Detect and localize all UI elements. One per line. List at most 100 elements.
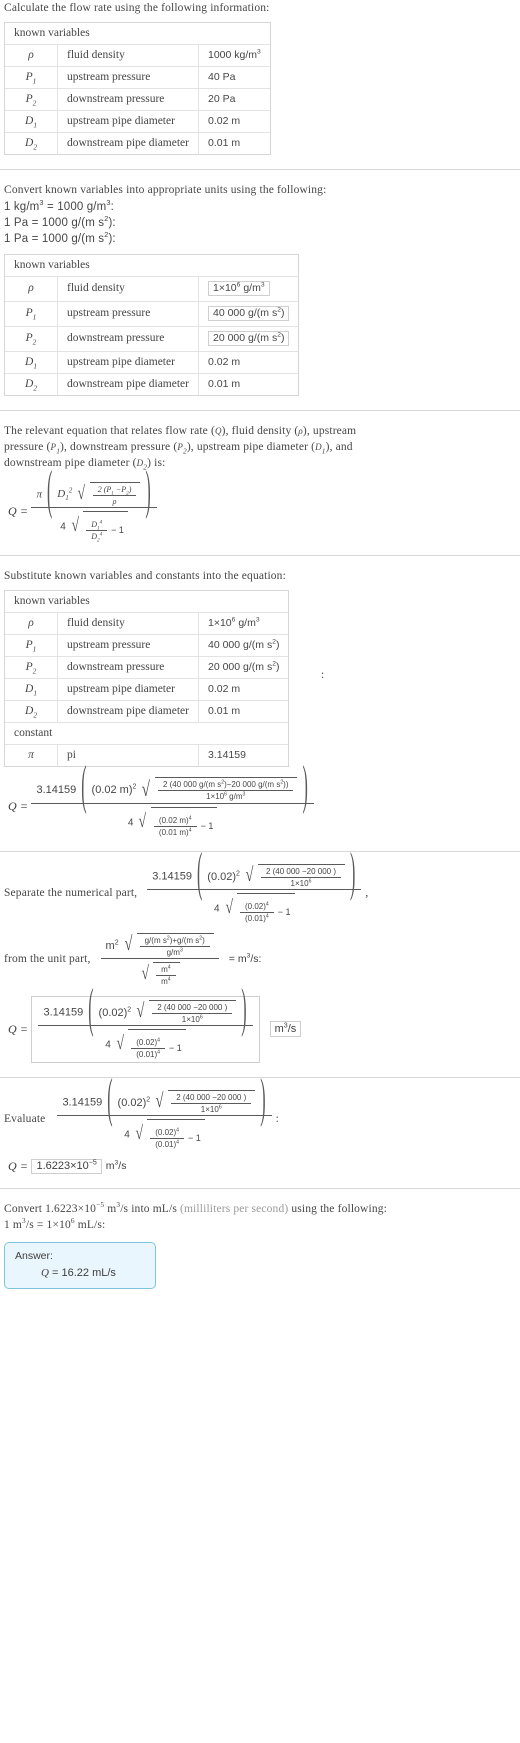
- radical-icon: √: [141, 962, 149, 984]
- radical-icon: √: [116, 1032, 124, 1054]
- answer-label: Answer:: [15, 1249, 53, 1262]
- row-description: fluid density: [57, 275, 198, 301]
- equation-fraction: 3.14159 ( (0.02 m)2 √ 2 (40 000 g/(m s2)…: [31, 759, 314, 837]
- conversion-rule-pressure-2: 1 Pa = 1000 g/(m s2):: [4, 230, 116, 246]
- separate-parts-section: Separate the numerical part, 3.14159 ( (…: [0, 845, 520, 1063]
- equation-lhs: Q: [8, 799, 17, 814]
- ratio-numerator: (0.02 m)4: [153, 816, 197, 827]
- row-symbol: D2: [5, 372, 57, 395]
- table-row: π pi 3.14159: [5, 743, 289, 766]
- sqrt-group: √ (0.02 m)4 (0.01 m)4 − 1: [137, 806, 218, 837]
- converted-value-box: 40 000 g/(m s2): [208, 305, 290, 321]
- equation-intro-line-1: The relevant equation that relates flow …: [4, 424, 357, 437]
- evaluate-result-row: Q = 1.6223×10−5 m3/s: [4, 1158, 514, 1174]
- sqrt-group: √ 2 (40 000 g/(m s2)−20 000 g/(m s2)) 1×…: [140, 776, 298, 802]
- substituted-equation: Q = 3.14159 ( (0.02 m)2 √ 2 (40 000 g/(m…: [4, 759, 514, 837]
- radical-icon: √: [142, 776, 151, 801]
- ratio-denominator: (0.01)4: [155, 1139, 179, 1149]
- inner-numerator: 2 (40 000 g/(m s2)−20 000 g/(m s2)): [157, 780, 294, 792]
- equation-lhs: Q: [8, 1021, 17, 1036]
- ratio-numerator: (0.02)4: [240, 902, 274, 913]
- row-description: pi: [57, 743, 198, 766]
- problem-statement-section: Calculate the flow rate using the follow…: [0, 0, 520, 16]
- row-value: 1×106 g/m3: [198, 611, 289, 634]
- radical-icon: √: [71, 514, 79, 536]
- table-row: P2 downstream pressure 20 000 g/(m s2): [5, 325, 299, 351]
- inner-numerator: 2 (40 000 −20 000 ): [260, 867, 342, 878]
- ratio-numerator: (0.02)4: [150, 1128, 184, 1139]
- table-row: ρ fluid density 1×106 g/m3: [5, 611, 289, 634]
- numeric-result-box: 1.6223×10−5: [31, 1158, 102, 1174]
- converted-value-box: 1×106 g/m3: [208, 280, 270, 296]
- diameter-ratio-fraction: (0.02)4 (0.01)4: [131, 1038, 166, 1059]
- row-value: 40 000 g/(m s2): [198, 300, 299, 326]
- evaluate-section: Evaluate 3.14159 ( (0.02)2 √ 2 (40 000 −…: [0, 1071, 520, 1174]
- known-variables-table-1-section: known variables ρ fluid density 1000 kg/…: [0, 22, 520, 156]
- unit-ratio-fraction: m4 m4: [156, 965, 176, 986]
- section-divider: [0, 850, 520, 852]
- table-row: P1 upstream pressure 40 000 g/(m s2): [5, 633, 289, 656]
- row-symbol: P1: [5, 66, 57, 88]
- minus-one: − 1: [111, 525, 124, 536]
- coefficient-4: 4: [127, 817, 134, 829]
- equals-sign: =: [20, 1021, 28, 1036]
- boxed-result-equation: Q = 3.14159 ( (0.02)2 √ 2 (40 000 −20 00…: [4, 981, 514, 1063]
- row-value: 0.01 m: [198, 699, 289, 722]
- radical-icon: √: [155, 1090, 164, 1113]
- table-row: D1 upstream pipe diameter 0.02 m: [5, 677, 289, 700]
- known-variables-table-3: known variables ρ fluid density 1×106 g/…: [4, 589, 290, 767]
- row-symbol: ρ: [5, 44, 57, 66]
- conversion-rule-pressure-1: 1 Pa = 1000 g/(m s2):: [4, 214, 116, 229]
- row-value: 1000 kg/m3: [198, 44, 270, 67]
- table-row: D1 upstream pipe diameter 0.02 m: [5, 350, 299, 373]
- pi-symbol: π: [36, 488, 42, 501]
- problem-prompt: Calculate the flow rate using the follow…: [4, 2, 270, 14]
- minus-one: − 1: [169, 1043, 182, 1054]
- pi-value: 3.14159: [62, 1096, 103, 1109]
- coefficient-4: 4: [60, 521, 66, 533]
- unit-result: = m3/s:: [228, 952, 262, 966]
- unit-box: m3/s: [269, 1021, 302, 1038]
- result-outline-box: 3.14159 ( (0.02)2 √ 2 (40 000 −20 000 ) …: [31, 981, 260, 1063]
- radical-icon: √: [135, 1122, 143, 1144]
- table-row: P2 downstream pressure 20 000 g/(m s2): [5, 655, 289, 678]
- table-row: ρ fluid density 1000 kg/m3: [5, 44, 270, 67]
- table-row: ρ fluid density 1×106 g/m3: [5, 275, 299, 301]
- equation-fraction: π ( D12 √ 2 (P1 −P2) ρ ) 4 √ D14 D24 − 1: [31, 463, 157, 543]
- section-divider: [0, 1187, 520, 1189]
- inner-numerator: g/(m s2)+g/(m s2): [139, 936, 210, 947]
- right-paren: ): [260, 1071, 266, 1130]
- inner-denominator: 1×106 g/m3: [206, 791, 246, 802]
- ratio-denominator: (0.01 m)4: [158, 827, 192, 837]
- ratio-numerator: (0.02)4: [131, 1038, 166, 1049]
- minus-one: − 1: [188, 1133, 201, 1144]
- radical-icon: √: [245, 864, 254, 887]
- row-symbol: P1: [5, 633, 57, 656]
- left-paren: (: [196, 845, 203, 904]
- coefficient-4: 4: [214, 903, 220, 915]
- section-divider: [0, 409, 520, 411]
- pi-value: 3.14159: [43, 1006, 84, 1019]
- pi-value: 3.14159: [152, 870, 192, 883]
- table-row: D2 downstream pipe diameter 0.01 m: [5, 699, 289, 722]
- separate-unit-row: from the unit part, m2 √ g/(m s2)+g/(m s…: [4, 932, 514, 986]
- equals-sign: =: [20, 503, 28, 518]
- evaluate-label: Evaluate: [4, 1113, 46, 1126]
- ratio-denominator: (0.01)4: [245, 913, 269, 923]
- d1-squared: (0.02)2: [117, 1095, 151, 1109]
- final-convert-line-2: 1 m3/s = 1×106 mL/s:: [4, 1216, 106, 1232]
- left-paren: (: [81, 758, 87, 817]
- radical-icon: √: [225, 896, 233, 918]
- table-header-label: known variables: [5, 23, 270, 45]
- row-description: fluid density: [57, 611, 198, 634]
- symbolic-equation: Q = π ( D12 √ 2 (P1 −P2) ρ) 4 √ D14 D24…: [4, 463, 514, 543]
- answer-pod: Answer: Q = 16.22 mL/s: [4, 1241, 156, 1289]
- relevant-equation-section: The relevant equation that relates flow …: [0, 423, 520, 543]
- diameter-ratio-fraction: (0.02)4 (0.01)4: [150, 1128, 184, 1149]
- row-description: downstream pressure: [57, 655, 198, 678]
- row-symbol: D1: [5, 677, 57, 700]
- row-description: upstream pressure: [57, 300, 198, 326]
- row-value: 0.02 m: [198, 110, 270, 133]
- left-paren: (: [88, 981, 94, 1040]
- final-conversion-section: Convert 1.6223×10−5 m3/s into mL/s (mill…: [0, 1201, 520, 1289]
